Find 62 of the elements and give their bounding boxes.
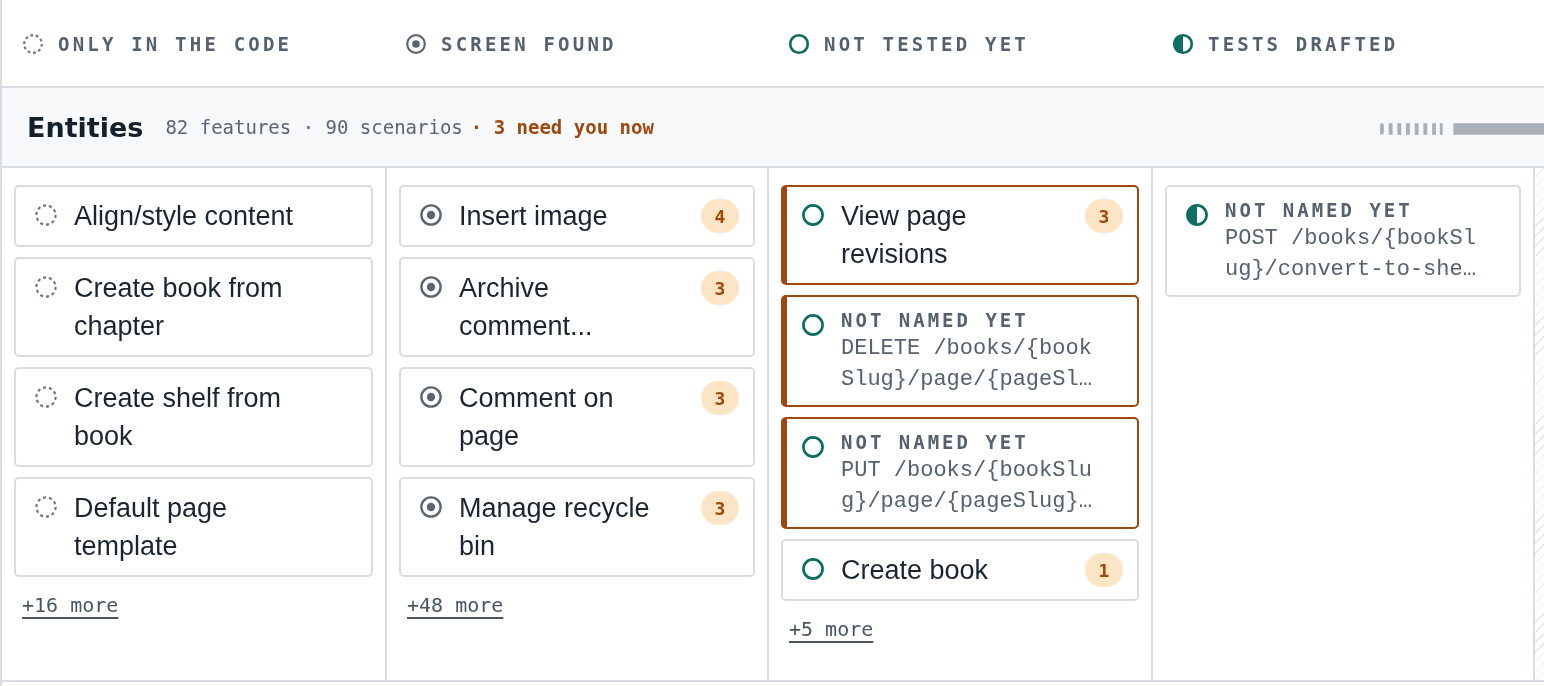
more-link[interactable]: +16 more	[22, 593, 119, 617]
ring-icon	[801, 557, 825, 581]
scenario-count: 3	[701, 491, 739, 525]
feature-card[interactable]: Create book from chapter	[14, 257, 373, 357]
feature-card[interactable]: NOT NAMED YET PUT /books/{bookSlug}/page/{pageSlug}…	[781, 417, 1139, 529]
feature-card[interactable]: Align/style content	[14, 185, 373, 247]
legend-label: SCREEN FOUND	[441, 33, 617, 55]
ring-icon	[801, 203, 825, 227]
feature-title: Comment on page	[459, 382, 615, 453]
ring-icon	[788, 33, 810, 55]
feature-card[interactable]: Create shelf from book	[14, 367, 373, 467]
feature-title: Manage recycle bin	[459, 492, 651, 563]
scenario-count: 3	[701, 271, 739, 305]
dashed-circle-icon	[34, 275, 58, 299]
ring-icon	[801, 313, 825, 337]
half-circle-icon	[1172, 33, 1194, 55]
endpoint-path: DELETE /books/{bookSlug}/page/{pageSl…	[841, 335, 1092, 394]
legend-label: TESTS DRAFTED	[1208, 33, 1399, 55]
target-icon	[419, 203, 443, 227]
more-link[interactable]: +48 more	[407, 593, 504, 617]
feature-title: View page revisions	[841, 200, 968, 271]
feature-title: Create book	[841, 554, 990, 587]
endpoint-path: POST /books/{bookSlug}/convert-to-she…	[1225, 225, 1476, 284]
feature-title: Align/style content	[74, 200, 295, 233]
group-stats: 82 features · 90 scenarios	[165, 116, 463, 138]
target-icon	[419, 495, 443, 519]
feature-title: Insert image	[459, 200, 609, 233]
feature-card[interactable]: Manage recycle bin 3	[399, 477, 755, 577]
feature-title: Archive comment...	[459, 272, 594, 343]
unnamed-label: NOT NAMED YET	[841, 430, 1030, 455]
scenario-count: 3	[701, 381, 739, 415]
legend-label: NOT TESTED YET	[824, 33, 1029, 55]
target-icon	[419, 385, 443, 409]
endpoint-path: PUT /books/{bookSlug}/page/{pageSlug}…	[841, 457, 1092, 516]
scenario-count: 3	[1085, 199, 1123, 233]
feature-card[interactable]: NOT NAMED YET POST /books/{bookSlug}/convert-to-she…	[1165, 185, 1521, 297]
feature-card[interactable]: Create book 1	[781, 539, 1139, 601]
attention-count: · 3 need you now	[470, 116, 654, 138]
feature-title: Create shelf from book	[74, 382, 283, 453]
legend-label: ONLY IN THE CODE	[58, 33, 293, 55]
scenario-count: 4	[701, 199, 739, 233]
dashed-circle-icon	[34, 495, 58, 519]
scenario-count: 1	[1085, 553, 1123, 587]
dashed-circle-icon	[34, 385, 58, 409]
half-circle-icon	[1185, 203, 1209, 227]
group-title: Entities	[27, 111, 144, 143]
ring-icon	[801, 435, 825, 459]
feature-card[interactable]: Default page template	[14, 477, 373, 577]
feature-card[interactable]: Insert image 4	[399, 185, 755, 247]
target-icon	[419, 275, 443, 299]
feature-card[interactable]: View page revisions 3	[781, 185, 1139, 285]
unnamed-label: NOT NAMED YET	[1225, 198, 1414, 223]
feature-title: Create book from chapter	[74, 272, 284, 343]
feature-card[interactable]: Comment on page 3	[399, 367, 755, 467]
unnamed-label: NOT NAMED YET	[841, 308, 1030, 333]
dashed-circle-icon	[34, 203, 58, 227]
target-icon	[405, 33, 427, 55]
feature-card[interactable]: NOT NAMED YET DELETE /books/{bookSlug}/page/{pageSl…	[781, 295, 1139, 407]
dashed-circle-icon	[22, 33, 44, 55]
feature-card[interactable]: Archive comment... 3	[399, 257, 755, 357]
more-link[interactable]: +5 more	[789, 617, 874, 641]
feature-title: Default page template	[74, 492, 229, 563]
